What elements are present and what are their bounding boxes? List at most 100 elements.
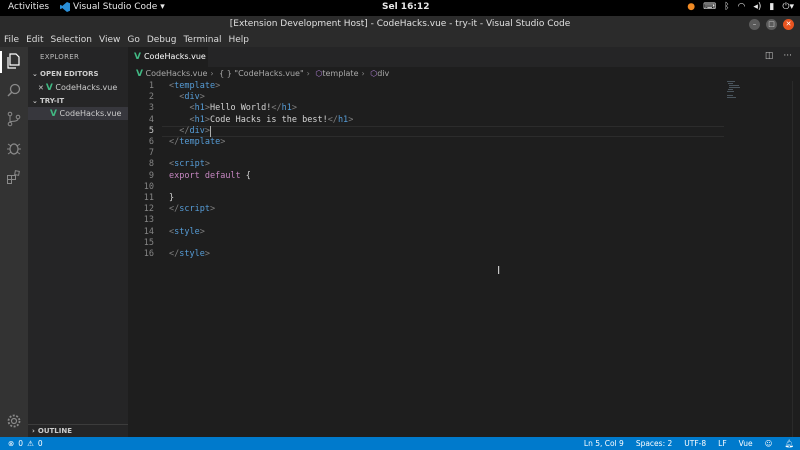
wifi-icon[interactable]: ◠ bbox=[738, 2, 746, 12]
chevron-right-icon: › bbox=[210, 69, 214, 78]
breadcrumb: V CodeHacks.vue › { } "CodeHacks.vue" › ⬡t… bbox=[128, 67, 800, 81]
window-title: [Extension Development Host] - CodeHacks… bbox=[229, 19, 571, 29]
mouse-ibeam-cursor: I bbox=[497, 264, 501, 277]
menu-selection[interactable]: Selection bbox=[51, 33, 92, 47]
code-line[interactable]: 11} bbox=[128, 193, 728, 204]
line-number: 7 bbox=[148, 148, 154, 159]
breadcrumb-div[interactable]: div bbox=[377, 69, 389, 78]
bell-icon[interactable]: 🔔︎ bbox=[784, 437, 794, 450]
tab-codehacks-vue[interactable]: V CodeHacks.vue bbox=[128, 47, 208, 67]
outline-section[interactable]: › OUTLINE bbox=[28, 424, 128, 437]
menu-go[interactable]: Go bbox=[127, 33, 139, 47]
breadcrumb-template[interactable]: template bbox=[322, 69, 358, 78]
open-editors-section[interactable]: ⌄ OPEN EDITORS bbox=[28, 68, 128, 80]
menu-file[interactable]: File bbox=[4, 33, 19, 47]
code-line[interactable]: 7 bbox=[128, 148, 728, 159]
keyboard-icon[interactable]: ⌨ bbox=[703, 2, 716, 12]
code-line[interactable]: 16 </style> bbox=[128, 249, 728, 260]
system-tray[interactable]: ● ⌨ ᛒ ◠ ◂) ▮ ⏻▾ bbox=[687, 2, 794, 12]
code-token: template bbox=[179, 137, 221, 147]
battery-icon[interactable]: ▮ bbox=[769, 2, 774, 12]
code-line[interactable]: 3 <h1>Hello World!</h1> bbox=[128, 103, 728, 114]
line-number: 14 bbox=[143, 226, 154, 237]
search-icon[interactable] bbox=[5, 82, 23, 100]
explorer-title: EXPLORER bbox=[40, 53, 80, 61]
more-actions-icon[interactable]: ··· bbox=[783, 51, 792, 61]
end-of-line[interactable]: LF bbox=[718, 437, 727, 450]
code-editor[interactable]: 1 <template> 2 <div> 3 <h1>Hello World!</h1… bbox=[128, 81, 800, 437]
code-text: export default { bbox=[169, 171, 251, 182]
outline-label: OUTLINE bbox=[37, 427, 73, 435]
close-icon[interactable]: ✕ bbox=[38, 84, 44, 92]
code-token: script bbox=[174, 159, 205, 170]
settings-gear-icon[interactable] bbox=[5, 413, 23, 431]
indentation[interactable]: Spaces: 2 bbox=[636, 437, 672, 450]
line-number: 6 bbox=[148, 137, 154, 147]
clock[interactable]: Sel 16:12 bbox=[382, 2, 429, 12]
code-line[interactable]: 2 <div> bbox=[128, 92, 728, 103]
cursor-position[interactable]: Ln 5, Col 9 bbox=[584, 437, 624, 450]
code-token: Hello World! bbox=[209, 103, 272, 114]
power-menu-icon[interactable]: ⏻▾ bbox=[782, 2, 794, 12]
menu-help[interactable]: Help bbox=[228, 33, 249, 47]
minimap[interactable] bbox=[727, 81, 740, 103]
code-line[interactable]: 15 bbox=[128, 238, 728, 249]
smiley-icon[interactable]: ☺ bbox=[765, 437, 773, 450]
update-notifier-icon[interactable]: ● bbox=[687, 2, 695, 12]
error-count: 0 bbox=[18, 439, 24, 448]
code-line[interactable]: 6 </template> bbox=[128, 137, 728, 148]
code-text: <div> bbox=[169, 92, 205, 103]
extensions-icon[interactable] bbox=[5, 169, 23, 187]
code-line[interactable]: 12 </script> bbox=[128, 204, 728, 215]
menu-debug[interactable]: Debug bbox=[147, 33, 177, 47]
bluetooth-icon[interactable]: ᛒ bbox=[724, 2, 729, 12]
file-item-codehacks[interactable]: V CodeHacks.vue bbox=[28, 107, 128, 120]
problems-indicator[interactable]: ⊗ 0 ⚠ 0 bbox=[8, 437, 43, 450]
activity-bar bbox=[0, 47, 28, 437]
folder-label: TRY-IT bbox=[40, 97, 65, 105]
code-token: h1 bbox=[194, 103, 205, 114]
files-icon[interactable] bbox=[5, 53, 23, 71]
code-line[interactable]: 8 <script> bbox=[128, 159, 728, 170]
editor-tab-strip: V CodeHacks.vue ◫ ··· bbox=[128, 47, 800, 67]
code-line[interactable]: 14 <style> bbox=[128, 227, 728, 238]
volume-icon[interactable]: ◂) bbox=[753, 2, 761, 12]
language-mode[interactable]: Vue bbox=[739, 437, 753, 450]
folder-section-try-it[interactable]: ⌄ TRY-IT bbox=[28, 95, 128, 107]
source-control-icon[interactable] bbox=[5, 111, 23, 129]
maximize-button[interactable]: □ bbox=[766, 19, 777, 30]
minimize-button[interactable]: – bbox=[749, 19, 760, 30]
breadcrumb-file[interactable]: CodeHacks.vue bbox=[146, 69, 208, 78]
menu-view[interactable]: View bbox=[99, 33, 120, 47]
code-line[interactable]: 1 <template> bbox=[128, 81, 728, 92]
line-number: 13 bbox=[143, 215, 154, 226]
app-menu[interactable]: Visual Studio Code ▾ bbox=[60, 2, 165, 12]
menu-terminal[interactable]: Terminal bbox=[183, 33, 221, 47]
close-window-button[interactable]: ✕ bbox=[783, 19, 794, 30]
code-text: </div> bbox=[169, 125, 211, 137]
code-line[interactable]: 13 bbox=[128, 215, 728, 226]
code-token: > bbox=[199, 92, 205, 103]
activities-button[interactable]: Activities bbox=[8, 2, 49, 12]
breadcrumb-module[interactable]: { } "CodeHacks.vue" bbox=[219, 69, 304, 78]
code-line[interactable]: 4 <h1>Code Hacks is the best!</h1> bbox=[128, 115, 728, 126]
editor-scrollbar[interactable] bbox=[792, 81, 800, 437]
code-line[interactable]: 5 </div> bbox=[128, 125, 728, 137]
system-top-bar: Activities Visual Studio Code ▾ Sel 16:1… bbox=[0, 0, 800, 16]
split-editor-icon[interactable]: ◫ bbox=[765, 51, 774, 61]
code-line[interactable]: 9 export default { bbox=[128, 171, 728, 182]
code-token: Code Hacks is the best! bbox=[209, 114, 328, 125]
menu-bar: File Edit Selection View Go Debug Termin… bbox=[0, 33, 800, 47]
code-text: <style> bbox=[169, 227, 205, 238]
code-line[interactable]: 10 bbox=[128, 182, 728, 193]
open-editor-filename: CodeHacks.vue bbox=[55, 83, 118, 92]
code-token: div bbox=[189, 125, 205, 136]
encoding[interactable]: UTF-8 bbox=[684, 437, 706, 450]
code-token: export bbox=[169, 170, 200, 181]
debug-icon[interactable] bbox=[5, 140, 23, 158]
open-editor-item[interactable]: ✕ V CodeHacks.vue bbox=[28, 81, 128, 94]
menu-edit[interactable]: Edit bbox=[26, 33, 43, 47]
code-token: h1 bbox=[194, 114, 205, 125]
